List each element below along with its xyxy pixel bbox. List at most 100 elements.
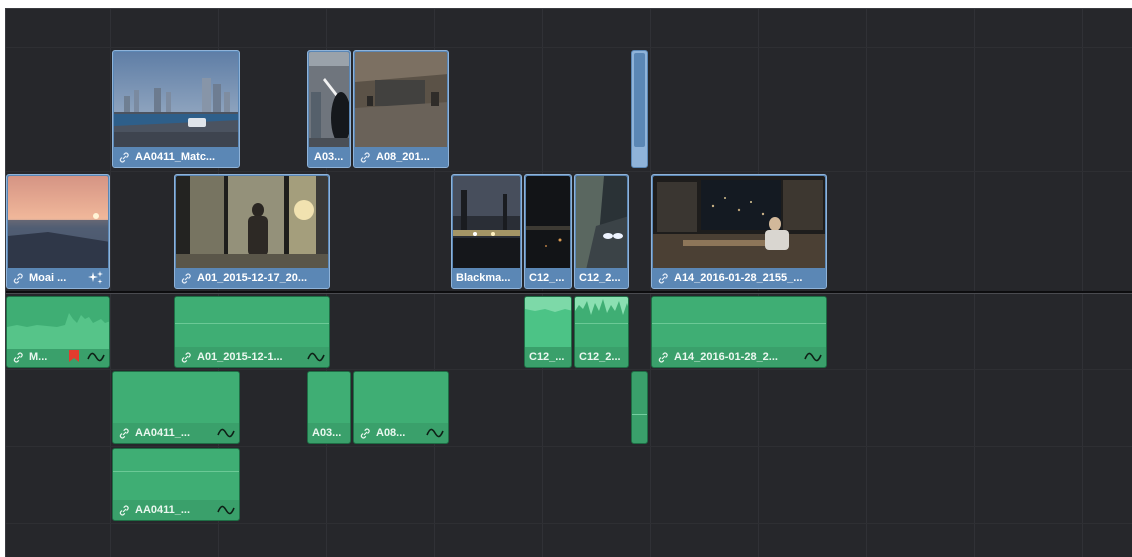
grid-line bbox=[110, 9, 111, 557]
clip-name-bar: A03... bbox=[308, 423, 350, 443]
clip-name-bar: C12_... bbox=[525, 268, 571, 288]
link-icon bbox=[119, 152, 129, 162]
clip-name-bar: A01_2015-12-17_20... bbox=[175, 268, 329, 288]
clip-label: A14_2016-01-28_2155_... bbox=[674, 272, 803, 284]
waveform bbox=[113, 449, 239, 500]
clip-name-bar: A08_201... bbox=[354, 147, 448, 167]
waveform-baseline bbox=[575, 323, 628, 324]
audio-clip-c12a[interactable]: C12_... bbox=[524, 296, 572, 368]
audio-video-divider bbox=[6, 291, 1132, 294]
clip-label: AA0411_... bbox=[135, 427, 191, 439]
clip-thumbnail bbox=[8, 176, 108, 268]
audio-clip-a01[interactable]: A01_2015-12-1... bbox=[174, 296, 330, 368]
link-icon bbox=[360, 428, 370, 438]
clip-name-bar: AA0411_Matc... bbox=[113, 147, 239, 167]
audio-clip-a08[interactable]: A08... bbox=[353, 371, 449, 444]
video-clip-moai[interactable]: Moai ... bbox=[6, 174, 110, 289]
fade-curve-icon bbox=[87, 352, 105, 362]
waveform-baseline bbox=[632, 414, 647, 415]
track-line bbox=[6, 47, 1132, 48]
link-icon bbox=[13, 352, 23, 362]
clip-name-bar: A14_2016-01-28_2155_... bbox=[652, 268, 826, 288]
waveform bbox=[308, 372, 350, 423]
clip-label: C12_... bbox=[529, 272, 565, 284]
clip-name-bar: A01_2015-12-1... bbox=[175, 347, 329, 367]
waveform-baseline bbox=[175, 323, 329, 324]
clip-label: A03... bbox=[312, 427, 342, 439]
clip-label: A08_201... bbox=[376, 151, 430, 163]
clip-thumbnail bbox=[176, 176, 328, 268]
waveform bbox=[525, 297, 571, 347]
waveform bbox=[354, 372, 448, 423]
clip-thumbnail bbox=[526, 176, 570, 268]
waveform bbox=[575, 297, 628, 347]
fade-curve-icon bbox=[804, 352, 822, 362]
fade-curve-icon bbox=[426, 428, 444, 438]
track-line bbox=[6, 171, 1132, 172]
waveform-baseline bbox=[113, 471, 239, 472]
video-clip-a14[interactable]: A14_2016-01-28_2155_... bbox=[651, 174, 827, 289]
clip-label: Blackma... bbox=[456, 272, 511, 284]
link-icon bbox=[181, 273, 191, 283]
clip-thumbnail bbox=[634, 53, 645, 147]
clip-thumbnail bbox=[576, 176, 627, 268]
clip-thumbnail bbox=[355, 52, 447, 147]
track-line bbox=[6, 446, 1132, 447]
video-clip-c12b[interactable]: C12_2... bbox=[574, 174, 629, 289]
clip-thumbnail bbox=[114, 52, 238, 147]
audio-clip-aa0411[interactable]: AA0411_... bbox=[112, 371, 240, 444]
grid-line bbox=[866, 9, 867, 557]
clip-label: A01_2015-12-17_20... bbox=[197, 272, 308, 284]
clip-name-bar: A14_2016-01-28_2... bbox=[652, 347, 826, 367]
timeline-panel[interactable]: AA0411_Matc... A03... A08_201... Moai ..… bbox=[5, 8, 1132, 557]
track-line bbox=[6, 369, 1132, 370]
video-clip-blackma[interactable]: Blackma... bbox=[451, 174, 522, 289]
waveform bbox=[175, 297, 329, 347]
waveform bbox=[7, 297, 109, 349]
video-clip-a08[interactable]: A08_201... bbox=[353, 50, 449, 168]
clip-label: AA0411_Matc... bbox=[135, 151, 216, 163]
link-icon bbox=[119, 428, 129, 438]
clip-name-bar: A03... bbox=[308, 147, 350, 167]
clip-label: C12_2... bbox=[579, 272, 621, 284]
clip-label: A03... bbox=[314, 151, 344, 163]
clip-label: C12_2... bbox=[579, 351, 621, 363]
clip-label: M... bbox=[29, 351, 48, 363]
link-icon bbox=[360, 152, 370, 162]
grid-line bbox=[1082, 9, 1083, 557]
clip-label: AA0411_... bbox=[135, 504, 191, 516]
video-clip-a03[interactable]: A03... bbox=[307, 50, 351, 168]
link-icon bbox=[119, 505, 129, 515]
clip-name-bar: C12_... bbox=[525, 347, 571, 367]
clip-name-bar: C12_2... bbox=[575, 268, 628, 288]
video-clip-aa0411[interactable]: AA0411_Matc... bbox=[112, 50, 240, 168]
video-clip-thin[interactable] bbox=[631, 50, 648, 168]
flag-icon bbox=[69, 350, 79, 362]
audio-clip-aa0411-track3[interactable]: AA0411_... bbox=[112, 448, 240, 521]
clip-label: C12_... bbox=[529, 351, 565, 363]
clip-name-bar: C12_2... bbox=[575, 347, 628, 367]
video-clip-c12a[interactable]: C12_... bbox=[524, 174, 572, 289]
fade-curve-icon bbox=[307, 352, 325, 362]
clip-label: A01_2015-12-1... bbox=[197, 351, 283, 363]
clip-thumbnail bbox=[653, 176, 825, 268]
audio-clip-a03[interactable]: A03... bbox=[307, 371, 351, 444]
video-clip-a01[interactable]: A01_2015-12-17_20... bbox=[174, 174, 330, 289]
grid-line bbox=[974, 9, 975, 557]
waveform-baseline bbox=[652, 323, 826, 324]
clip-label: A08... bbox=[376, 427, 406, 439]
clip-thumbnail bbox=[453, 176, 520, 268]
fade-curve-icon bbox=[217, 428, 235, 438]
fade-curve-icon bbox=[217, 505, 235, 515]
waveform bbox=[652, 297, 826, 347]
audio-clip-moai[interactable]: M... bbox=[6, 296, 110, 368]
link-icon bbox=[13, 273, 23, 283]
audio-clip-c12b[interactable]: C12_2... bbox=[574, 296, 629, 368]
audio-clip-a14[interactable]: A14_2016-01-28_2... bbox=[651, 296, 827, 368]
waveform bbox=[113, 372, 239, 423]
audio-clip-thin[interactable] bbox=[631, 371, 648, 444]
clip-thumbnail bbox=[309, 52, 349, 147]
link-icon bbox=[658, 273, 668, 283]
track-line bbox=[6, 523, 1132, 524]
sparkle-icon bbox=[88, 271, 103, 284]
